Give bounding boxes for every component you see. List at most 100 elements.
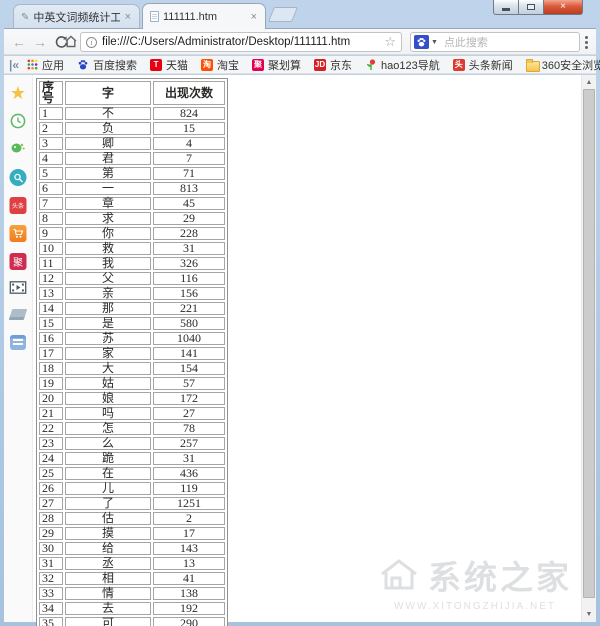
baidu-paw-icon[interactable] <box>414 35 429 49</box>
toutiao-icon[interactable]: 头条 <box>10 197 27 214</box>
tab-111111-htm[interactable]: 111111.htm × <box>142 3 266 29</box>
new-tab-button[interactable] <box>268 7 298 22</box>
bookmark-label: 应用 <box>42 57 64 73</box>
translate-icon[interactable] <box>10 335 26 350</box>
search-placeholder[interactable]: 点此搜索 <box>444 34 488 50</box>
table-row: 13亲156 <box>39 287 225 300</box>
cell-index: 27 <box>39 497 63 510</box>
sidebar-collapse-icon[interactable]: |« <box>9 58 19 72</box>
scroll-down-icon[interactable]: ▼ <box>582 607 596 622</box>
bookmark-label: 头条新闻 <box>469 57 513 73</box>
search-icon[interactable] <box>10 169 27 186</box>
cell-index: 7 <box>39 197 63 210</box>
juhuasuan-icon[interactable]: 聚 <box>10 253 27 270</box>
browser-window: ✎ 中英文词频统计工具 × 111111.htm × × ← → i file:… <box>0 0 600 626</box>
cell-count: 138 <box>153 587 225 600</box>
cell-index: 29 <box>39 527 63 540</box>
table-row: 5第71 <box>39 167 225 180</box>
favorites-star-icon[interactable]: ★ <box>10 83 26 104</box>
cell-char: 儿 <box>65 482 151 495</box>
cell-count: 326 <box>153 257 225 270</box>
search-box[interactable]: ▼ 点此搜索 <box>410 32 580 52</box>
bookmark-item[interactable]: 聚聚划算 <box>252 57 301 73</box>
cell-char: 负 <box>65 122 151 135</box>
chevron-down-icon[interactable]: ▼ <box>431 39 438 46</box>
back-icon[interactable]: ← <box>10 33 28 51</box>
cell-char: 章 <box>65 197 151 210</box>
table-header-row: 序号字出现次数 <box>39 81 225 105</box>
menu-icon[interactable] <box>579 33 593 51</box>
bookmark-item[interactable]: T天猫 <box>150 57 188 73</box>
tab-close-icon[interactable]: × <box>250 12 258 22</box>
cell-count: 29 <box>153 212 225 225</box>
tab-word-freq-tool[interactable]: ✎ 中英文词频统计工具 × <box>13 4 140 29</box>
table-row: 30给143 <box>39 542 225 555</box>
table-row: 2负15 <box>39 122 225 135</box>
scrollbar-thumb[interactable] <box>583 89 595 598</box>
toolbar: ← → i file:///C:/Users/Administrator/Des… <box>4 28 596 55</box>
minimize-button[interactable] <box>493 0 519 15</box>
baidu-paw-icon <box>77 59 89 71</box>
scroll-up-icon[interactable]: ▲ <box>582 75 596 90</box>
close-button[interactable]: × <box>544 0 583 15</box>
forward-icon[interactable]: → <box>31 33 49 51</box>
cell-count: 824 <box>153 107 225 120</box>
cell-index: 15 <box>39 317 63 330</box>
bookmark-label: 天猫 <box>166 57 188 73</box>
document-icon <box>150 11 159 22</box>
tab-close-icon[interactable]: × <box>124 12 132 22</box>
cell-count: 257 <box>153 437 225 450</box>
char-frequency-table: 序号字出现次数 1不8242负153卿44君75第716一8137章458求29… <box>36 78 228 626</box>
novel-icon[interactable] <box>9 309 28 320</box>
bookmark-item[interactable]: hao123导航 <box>365 57 440 73</box>
history-clock-icon[interactable] <box>10 113 26 129</box>
cell-char: 在 <box>65 467 151 480</box>
cell-index: 34 <box>39 602 63 615</box>
column-header: 字 <box>65 81 151 105</box>
cell-count: 2 <box>153 512 225 525</box>
cell-count: 172 <box>153 392 225 405</box>
video-icon[interactable] <box>10 281 27 294</box>
cell-index: 25 <box>39 467 63 480</box>
cell-index: 18 <box>39 362 63 375</box>
juhuasuan-icon: 聚 <box>252 59 264 71</box>
cell-char: 我 <box>65 257 151 270</box>
game-pet-icon[interactable] <box>11 141 26 154</box>
table-row: 17家141 <box>39 347 225 360</box>
bookmark-star-icon[interactable]: ☆ <box>384 34 396 50</box>
cell-count: 78 <box>153 422 225 435</box>
bookmark-item[interactable]: 百度搜索 <box>77 57 137 73</box>
tab-label: 111111.htm <box>163 11 246 23</box>
cell-count: 156 <box>153 287 225 300</box>
home-icon[interactable] <box>62 34 80 52</box>
table-row: 31丞13 <box>39 557 225 570</box>
table-row: 24跪31 <box>39 452 225 465</box>
bookmarks-items: 应用百度搜索T天猫淘淘宝聚聚划算JD京东hao123导航头头条新闻360安全浏览… <box>26 57 600 73</box>
maximize-button[interactable] <box>519 0 544 15</box>
address-bar[interactable]: i file:///C:/Users/Administrator/Desktop… <box>80 32 402 52</box>
table-row: 23么257 <box>39 437 225 450</box>
table-row: 32相41 <box>39 572 225 585</box>
watermark-url: WWW.XITONGZHIJIA.NET <box>378 601 572 612</box>
cell-count: 41 <box>153 572 225 585</box>
cell-count: 116 <box>153 272 225 285</box>
page-info-icon[interactable]: i <box>86 37 97 48</box>
table-row: 26儿119 <box>39 482 225 495</box>
table-row: 10救31 <box>39 242 225 255</box>
table-row: 11我326 <box>39 257 225 270</box>
table-row: 8求29 <box>39 212 225 225</box>
shopping-cart-icon[interactable] <box>10 225 27 242</box>
bookmark-item[interactable]: 头头条新闻 <box>453 57 513 73</box>
vertical-scrollbar[interactable]: ▲ ▼ <box>581 75 596 622</box>
cell-index: 14 <box>39 302 63 315</box>
bookmark-label: 聚划算 <box>268 57 301 73</box>
table-row: 7章45 <box>39 197 225 210</box>
cell-index: 21 <box>39 407 63 420</box>
bookmark-item[interactable]: 360安全浏览器 <box>526 57 600 73</box>
bookmark-item[interactable]: JD京东 <box>314 57 352 73</box>
url-text[interactable]: file:///C:/Users/Administrator/Desktop/1… <box>102 36 379 48</box>
bookmark-item[interactable]: 应用 <box>26 57 64 73</box>
cell-count: 1040 <box>153 332 225 345</box>
bookmark-item[interactable]: 淘淘宝 <box>201 57 239 73</box>
cell-index: 9 <box>39 227 63 240</box>
